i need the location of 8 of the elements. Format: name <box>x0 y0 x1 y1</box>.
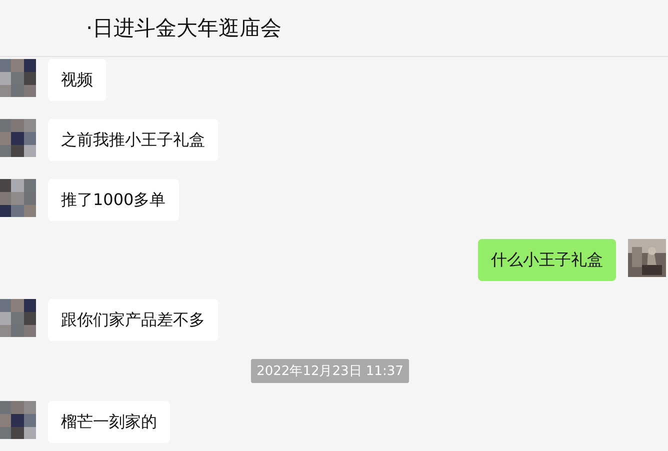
message-bubble: 之前我推小王子礼盒 <box>48 119 218 161</box>
message-bubble: 推了1000多单 <box>48 179 179 221</box>
timestamp: 2022年12月23日 11:37 <box>250 359 410 383</box>
message-bubble: 跟你们家产品差不多 <box>48 299 218 341</box>
chat-title: ·日进斗金大年逛庙会 <box>86 15 282 42</box>
message-bubble: 榴芒一刻家的 <box>48 401 170 443</box>
message-bubble: 视频 <box>48 59 106 101</box>
message-bubble: 什么小王子礼盒 <box>478 239 616 281</box>
